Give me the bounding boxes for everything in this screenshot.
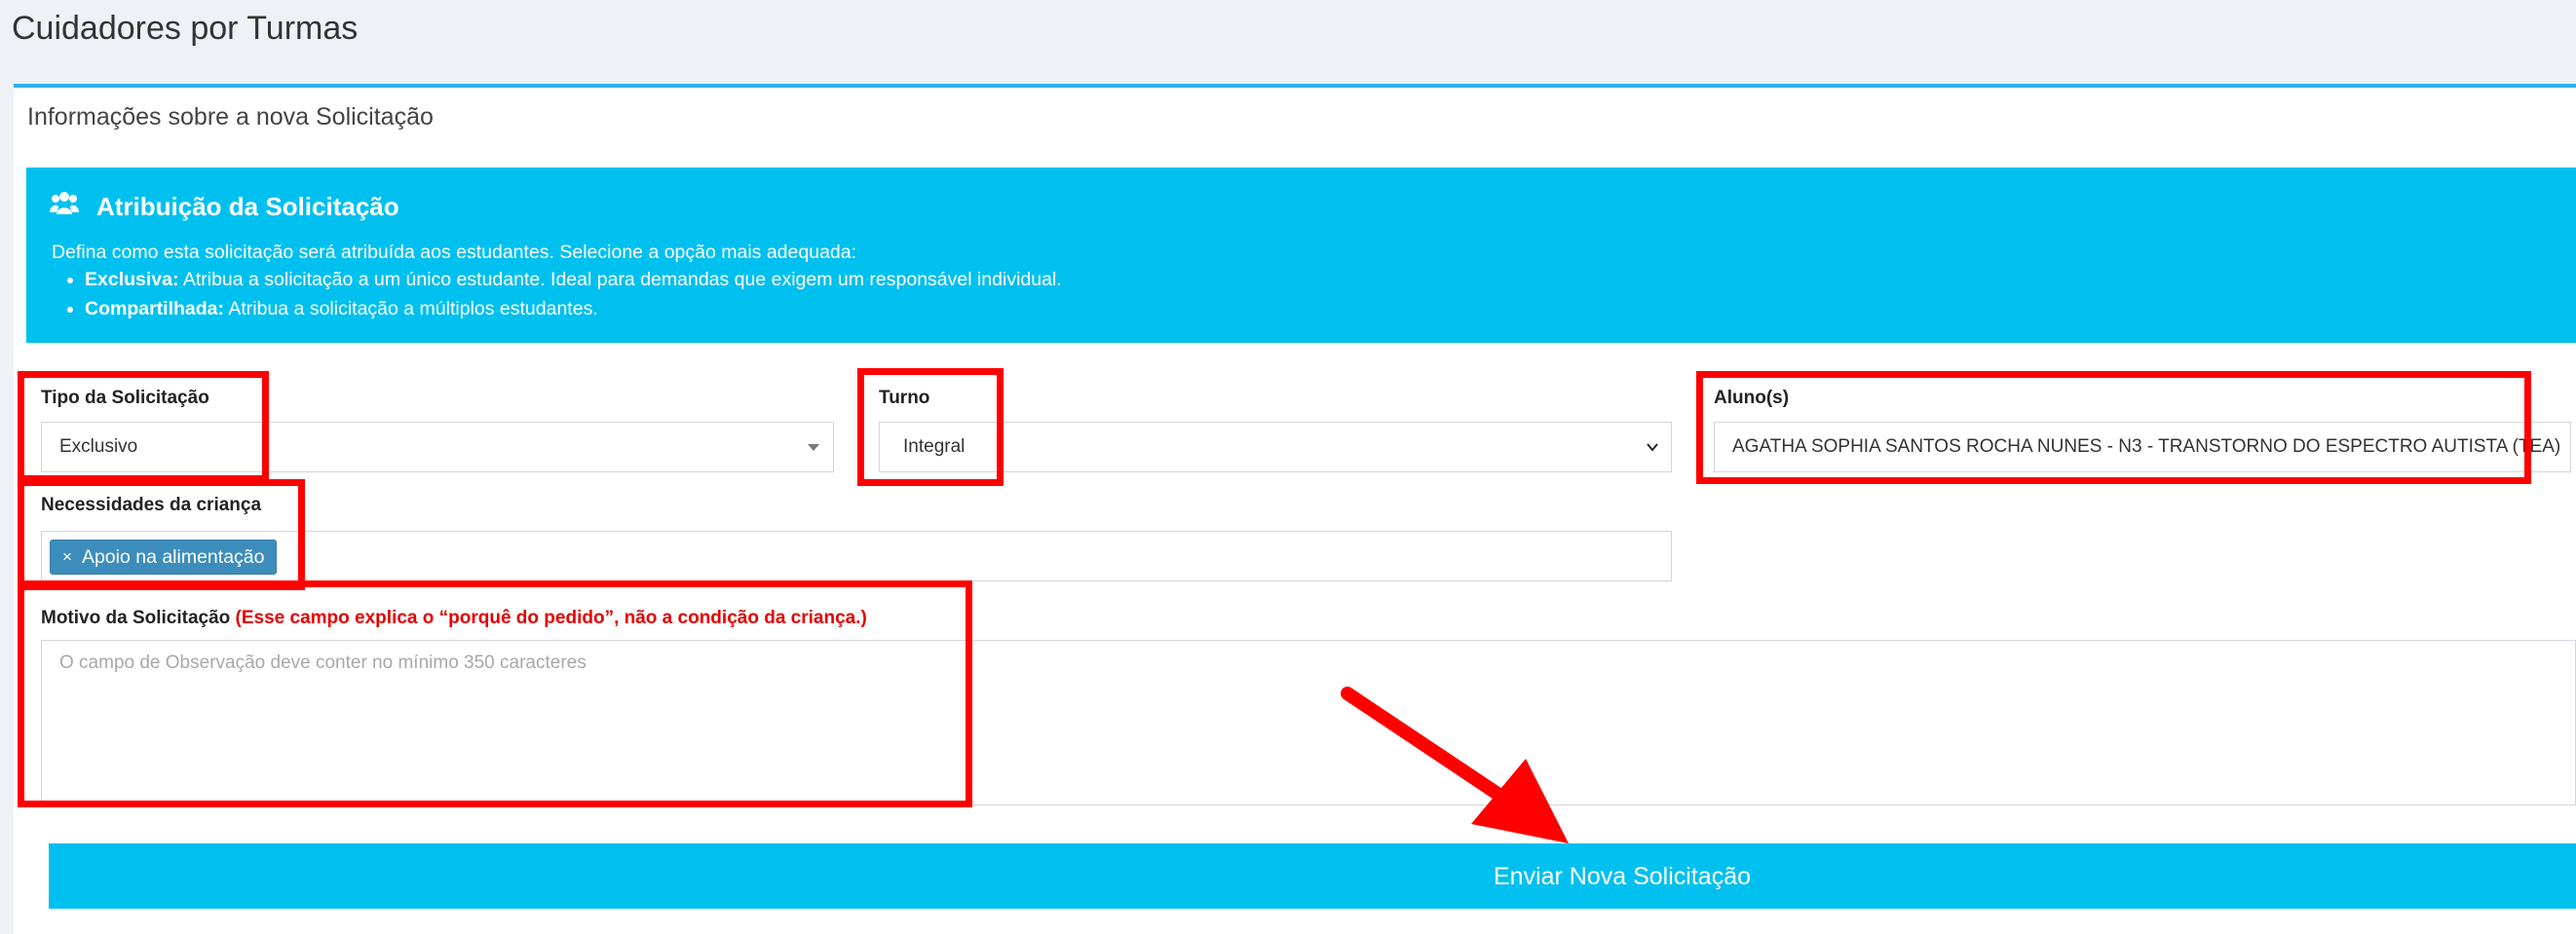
highlight-necessidades bbox=[18, 479, 305, 590]
submit-label: Enviar Nova Solicitação bbox=[1493, 863, 1752, 890]
highlight-tipo bbox=[18, 371, 269, 482]
submit-button[interactable]: Enviar Nova Solicitação bbox=[49, 843, 2576, 909]
list-item: Compartilhada: Atribua a solicitação a m… bbox=[85, 294, 1062, 323]
option-term: Compartilhada: bbox=[85, 298, 225, 319]
highlight-turno bbox=[857, 368, 1004, 486]
chevron-down-icon bbox=[1646, 438, 1658, 452]
users-icon bbox=[50, 191, 79, 223]
option-term: Exclusiva: bbox=[85, 269, 179, 290]
info-title: Atribuição da Solicitação bbox=[50, 191, 399, 223]
option-text: Atribua a solicitação a um único estudan… bbox=[178, 269, 1062, 290]
list-item: Exclusiva: Atribua a solicitação a um ún… bbox=[85, 265, 1062, 294]
info-title-text: Atribuição da Solicitação bbox=[96, 192, 399, 221]
highlight-motivo bbox=[18, 580, 972, 807]
card-header: Informações sobre a nova Solicitação bbox=[27, 103, 434, 131]
info-options-list: Exclusiva: Atribua a solicitação a um ún… bbox=[85, 265, 1062, 323]
option-text: Atribua a solicitação a múltiplos estuda… bbox=[224, 298, 598, 319]
highlight-aluno bbox=[1696, 371, 2531, 484]
info-callout: Atribuição da Solicitação Defina como es… bbox=[26, 168, 2576, 343]
info-description: Defina como esta solicitação será atribu… bbox=[52, 242, 857, 263]
page-title: Cuidadores por Turmas bbox=[12, 10, 359, 47]
caret-down-icon bbox=[808, 444, 819, 451]
